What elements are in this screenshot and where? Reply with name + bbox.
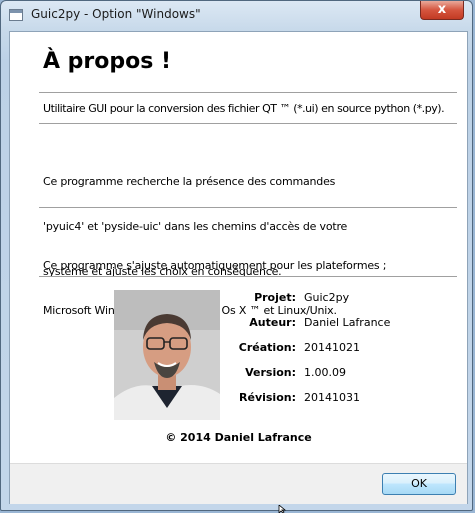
info-key: Création:	[238, 341, 296, 354]
info-value: Daniel Lafrance	[304, 316, 391, 329]
info-row-revision: Révision: 20141031	[226, 391, 360, 407]
divider	[39, 207, 457, 208]
divider	[39, 276, 457, 277]
dialog-content: À propos ! Utilitaire GUI pour la conver…	[9, 31, 468, 504]
info-key: Auteur:	[249, 316, 296, 329]
divider	[39, 92, 457, 93]
author-portrait-image	[114, 290, 220, 420]
close-button[interactable]: x	[420, 1, 464, 20]
divider	[39, 123, 457, 124]
info-value: 20141021	[304, 341, 360, 354]
copyright-text: © 2014 Daniel Lafrance	[165, 431, 312, 444]
info-value: Guic2py	[304, 291, 350, 304]
info-row-author: Auteur: Daniel Lafrance	[226, 316, 390, 332]
ok-button[interactable]: OK	[382, 473, 456, 495]
button-bar: OK	[10, 463, 467, 504]
info-key: Projet:	[254, 291, 296, 304]
platforms-line: Ce programme s'ajuste automatiquement po…	[43, 259, 387, 272]
info-key: Révision:	[239, 391, 296, 404]
info-row-version: Version: 1.00.09	[226, 366, 346, 382]
detection-line: Ce programme recherche la présence des c…	[43, 175, 336, 188]
page-title: À propos !	[43, 49, 172, 74]
info-row-creation: Création: 20141021	[226, 341, 360, 357]
info-value: 20141031	[304, 391, 360, 404]
description-text: Utilitaire GUI pour la conversion des fi…	[43, 102, 445, 115]
window-title: Guic2py - Option "Windows"	[31, 7, 201, 21]
author-photo	[114, 290, 220, 420]
info-key: Version:	[245, 366, 296, 379]
info-row-project: Projet: Guic2py	[226, 291, 349, 307]
info-value: 1.00.09	[304, 366, 346, 379]
dialog-window: Guic2py - Option "Windows" x À propos ! …	[0, 0, 473, 511]
title-bar[interactable]: Guic2py - Option "Windows" x	[1, 1, 472, 31]
app-window-icon	[9, 9, 23, 21]
mouse-cursor-icon	[278, 505, 287, 513]
